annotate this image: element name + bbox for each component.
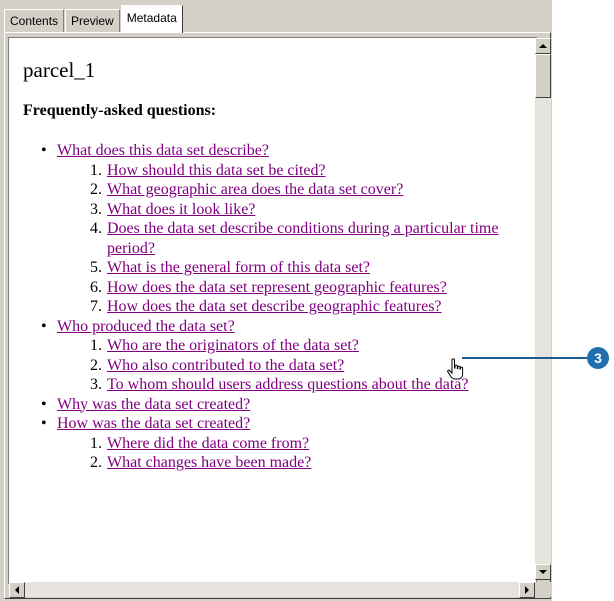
faq-question-link[interactable]: How does the data set describe geographi… <box>107 298 442 315</box>
faq-question-link[interactable]: To whom should users address questions a… <box>107 376 468 393</box>
vertical-scrollbar[interactable] <box>535 38 551 580</box>
faq-topic-link[interactable]: Who produced the data set? <box>57 318 235 335</box>
faq-question-number: 2. <box>90 356 102 374</box>
faq-question-link[interactable]: Does the data set describe conditions du… <box>107 220 498 257</box>
hand-pointer-icon <box>446 358 466 387</box>
faq-question-number: 6. <box>90 278 102 296</box>
triangle-down-icon <box>539 570 547 574</box>
faq-topic-link[interactable]: How was the data set created? <box>57 415 250 432</box>
faq-question: 1. Who are the originators of the data se… <box>57 336 533 356</box>
faq-question-link[interactable]: What changes have been made? <box>107 454 311 471</box>
metadata-view: parcel_1 Frequently-asked questions: Wha… <box>8 37 537 584</box>
triangle-left-icon <box>15 586 19 594</box>
faq-question: 1. Where did the data come from? <box>57 434 533 454</box>
triangle-right-icon <box>525 586 529 594</box>
faq-question-link[interactable]: What is the general form of this data se… <box>107 259 370 276</box>
faq-question: 1. How should this data set be cited? <box>57 161 533 181</box>
scroll-down-button[interactable] <box>535 564 551 580</box>
tab-metadata[interactable]: Metadata <box>120 5 183 33</box>
faq-question-list: 1. Where did the data come from? 2. What ch… <box>57 434 533 473</box>
faq-question: 2. What geographic area does the data set… <box>57 180 533 200</box>
faq-topic: Why was the data set created? <box>23 395 533 415</box>
faq-heading: Frequently-asked questions: <box>23 102 217 119</box>
tab-preview[interactable]: Preview <box>65 9 120 32</box>
triangle-up-icon <box>539 44 547 48</box>
page-title: parcel_1 <box>23 58 96 82</box>
faq-question: 3. What does it look like? <box>57 200 533 220</box>
faq-question: 2. What changes have been made? <box>57 453 533 473</box>
faq-topic-link[interactable]: What does this data set describe? <box>57 142 269 159</box>
faq-question-number: 1. <box>90 337 102 354</box>
faq-question-number: 5. <box>90 259 102 276</box>
horizontal-scrollbar[interactable] <box>9 582 535 598</box>
faq-question-number: 1. <box>90 161 102 179</box>
tab-contents[interactable]: Contents <box>4 9 65 32</box>
faq-question-number: 1. <box>90 434 102 452</box>
metadata-document: parcel_1 Frequently-asked questions: Wha… <box>23 52 533 473</box>
faq-question-link[interactable]: Who also contributed to the data set? <box>107 357 344 374</box>
faq-topic: What does this data set describe? 1. How s… <box>23 141 533 317</box>
faq-question-link[interactable]: Who are the originators of the data set? <box>107 337 359 354</box>
tab-strip: Contents Preview Metadata <box>4 5 184 33</box>
faq-question-number: 2. <box>90 454 102 471</box>
faq-question: 4. Does the data set describe conditions … <box>57 219 533 258</box>
scroll-left-button[interactable] <box>9 582 25 598</box>
faq-topic-link[interactable]: Why was the data set created? <box>57 396 250 413</box>
faq-question: 6. How does the data set represent geogra… <box>57 278 533 298</box>
faq-question-number: 4. <box>90 220 102 237</box>
faq-question-link[interactable]: What geographic area does the data set c… <box>107 181 403 198</box>
faq-question: 7. How does the data set describe geograp… <box>57 297 533 317</box>
vertical-scroll-thumb[interactable] <box>535 54 551 98</box>
callout-leader-line <box>462 357 589 359</box>
faq-question-number: 7. <box>90 298 102 315</box>
faq-topic: How was the data set created? 1. Where did… <box>23 414 533 473</box>
faq-question-link[interactable]: Where did the data come from? <box>107 435 309 452</box>
faq-question-link[interactable]: How does the data set represent geograph… <box>107 279 447 296</box>
faq-question-number: 3. <box>90 200 102 218</box>
faq-question-list: 1. How should this data set be cited? 2. Wh… <box>57 161 533 317</box>
metadata-window: Contents Preview Metadata parcel_1 Frequ… <box>0 0 552 601</box>
step-callout: 3 <box>587 347 609 369</box>
faq-question: 5. What is the general form of this data … <box>57 258 533 278</box>
faq-question-number: 3. <box>90 376 102 393</box>
scrollbar-corner <box>535 582 551 597</box>
scroll-right-button[interactable] <box>519 582 535 598</box>
faq-question-number: 2. <box>90 181 102 198</box>
faq-question-link[interactable]: What does it look like? <box>107 201 255 218</box>
faq-list: What does this data set describe? 1. How s… <box>23 141 533 473</box>
faq-question-link[interactable]: How should this data set be cited? <box>107 162 326 179</box>
scroll-up-button[interactable] <box>535 38 551 54</box>
